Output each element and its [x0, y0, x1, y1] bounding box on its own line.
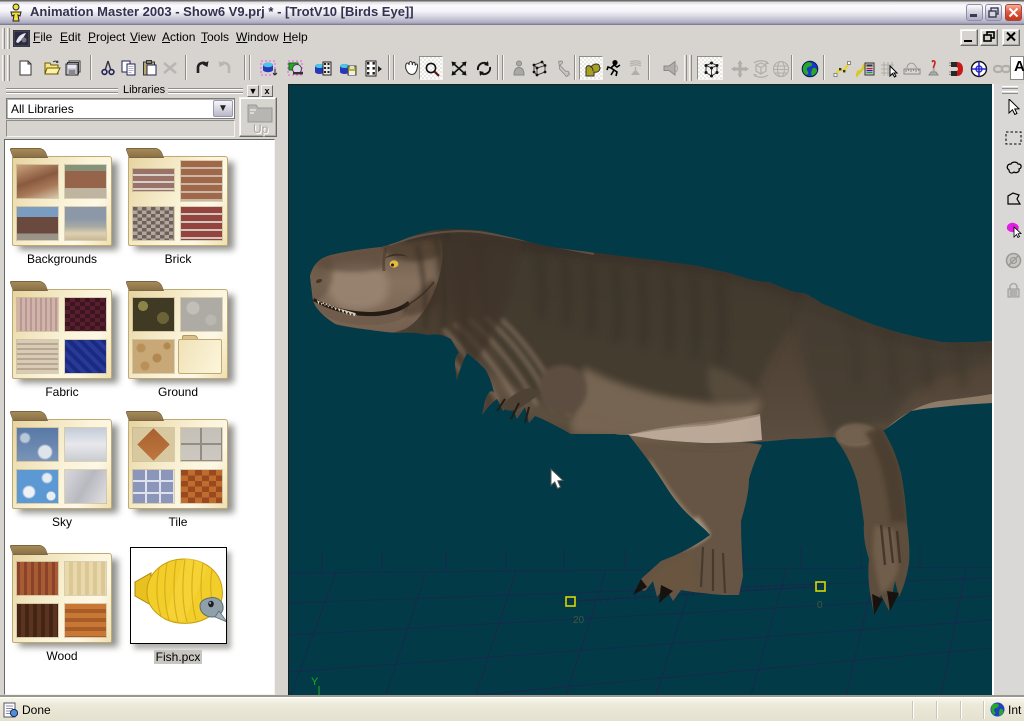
- svg-text:0: 0: [817, 600, 823, 611]
- svg-text:Y: Y: [311, 676, 319, 688]
- svg-text:20: 20: [573, 615, 585, 626]
